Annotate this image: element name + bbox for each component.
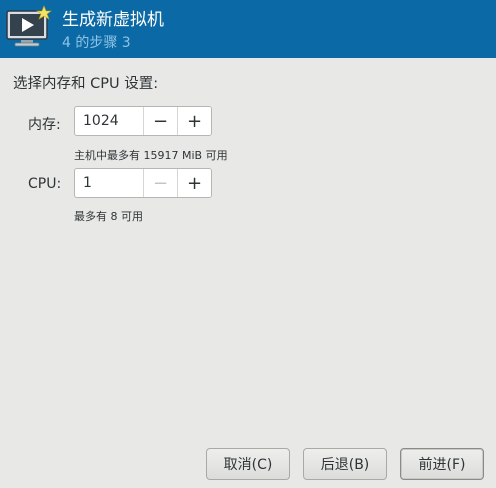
cpu-spinbutton[interactable]: − + — [74, 168, 212, 198]
wizard-title: 生成新虚拟机 — [62, 10, 164, 30]
cpu-label: CPU: — [28, 176, 62, 192]
back-button[interactable]: 后退(B) — [303, 448, 387, 480]
cancel-button[interactable]: 取消(C) — [206, 448, 290, 480]
new-vm-monitor-icon — [6, 5, 52, 47]
cpu-input[interactable] — [75, 169, 143, 197]
cpu-decrement-button: − — [143, 169, 177, 197]
memory-hint: 主机中最多有 15917 MiB 可用 — [74, 149, 228, 162]
memory-label: 内存: — [28, 117, 61, 133]
wizard-step-indicator: 4 的步骤 3 — [62, 35, 131, 51]
memory-input[interactable] — [75, 107, 143, 135]
cpu-hint: 最多有 8 可用 — [74, 210, 143, 223]
memory-increment-button[interactable]: + — [177, 107, 211, 135]
section-heading: 选择内存和 CPU 设置: — [13, 76, 159, 92]
cpu-increment-button[interactable]: + — [177, 169, 211, 197]
memory-decrement-button[interactable]: − — [143, 107, 177, 135]
memory-spinbutton[interactable]: − + — [74, 106, 212, 136]
forward-button[interactable]: 前进(F) — [400, 448, 484, 480]
wizard-header: 生成新虚拟机 4 的步骤 3 — [0, 0, 496, 58]
